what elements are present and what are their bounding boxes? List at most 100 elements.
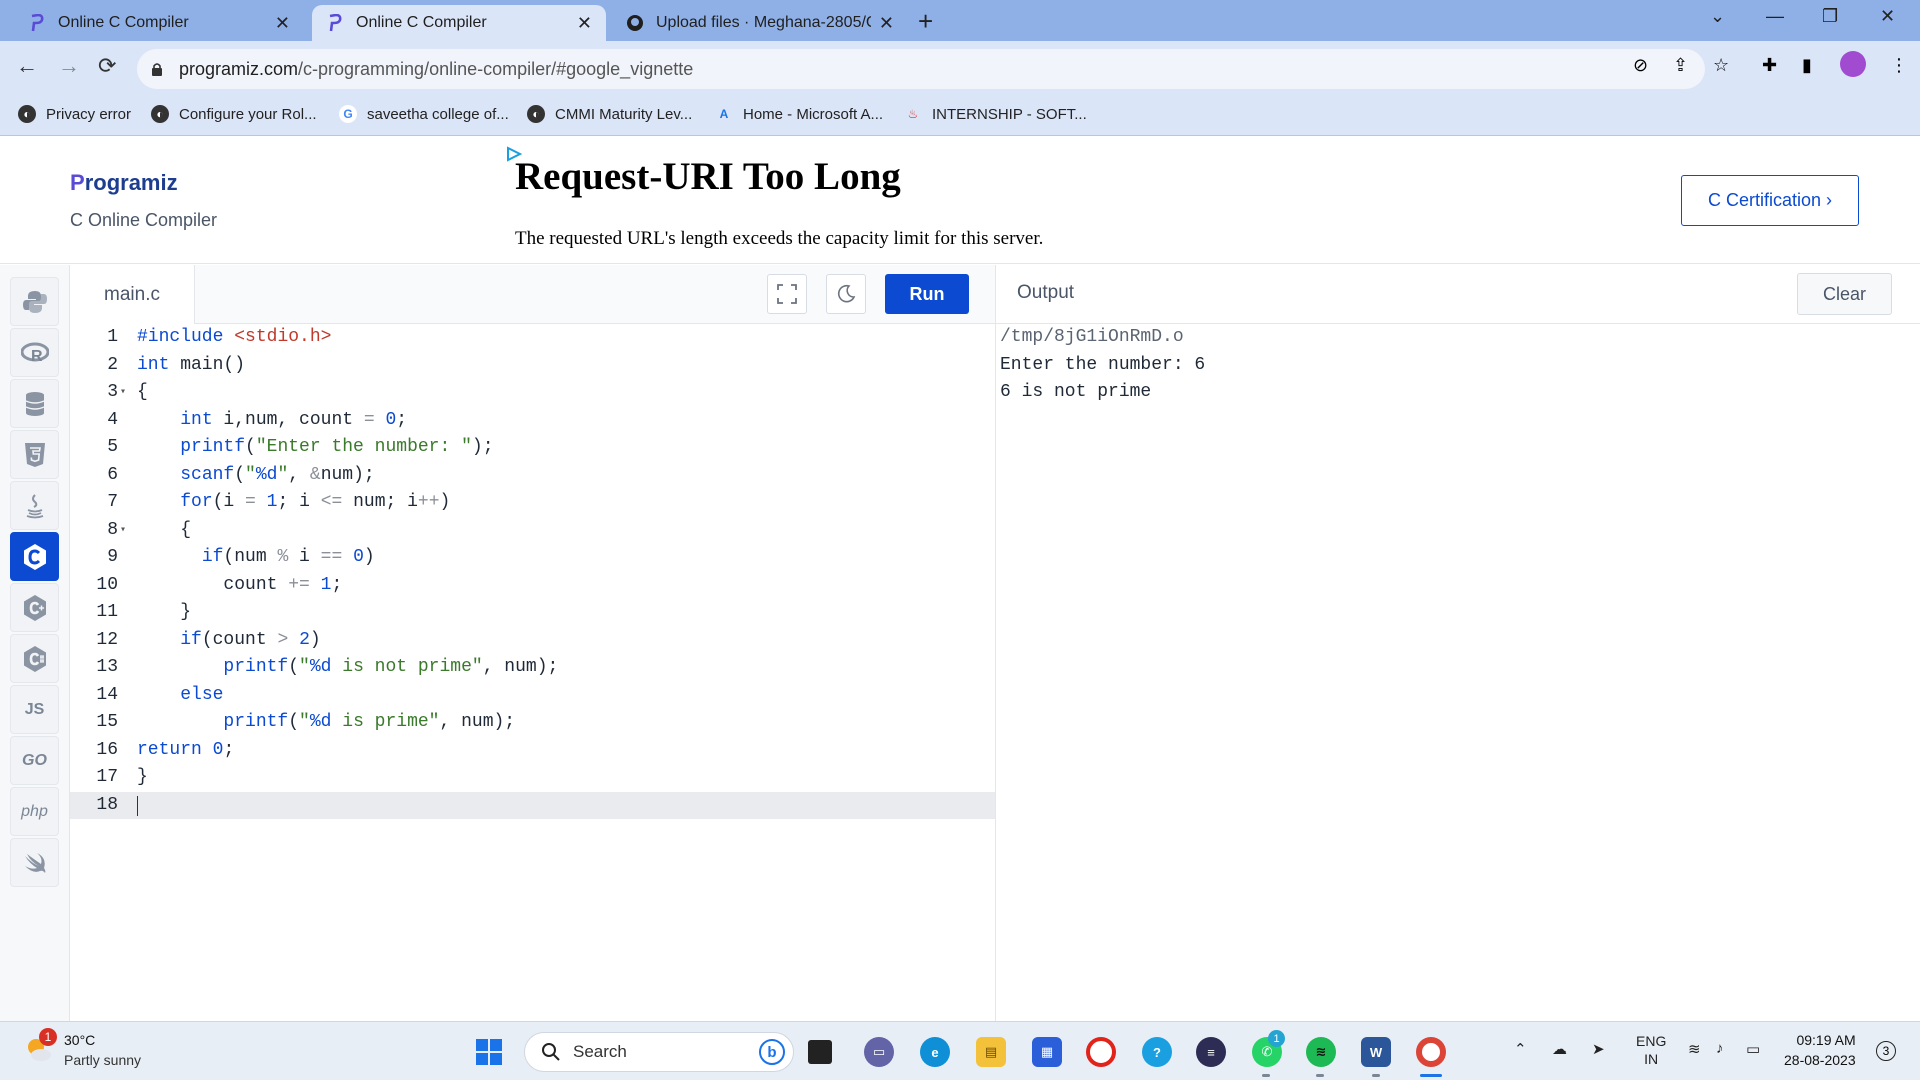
back-icon[interactable]: ← xyxy=(16,53,38,79)
bookmark-item[interactable]: ◐ Privacy error xyxy=(18,105,131,123)
clear-button[interactable]: Clear xyxy=(1797,273,1892,315)
bing-icon[interactable]: b xyxy=(759,1039,785,1065)
code-line: 7 for(i = 1; i <= num; i++) xyxy=(107,492,451,512)
browser-tab-strip: Online C Compiler ✕ Online C Compiler ✕ … xyxy=(0,0,1920,41)
code-editor[interactable]: 1 #include <stdio.h> 2 int main() 3 ▾{ 4 in… xyxy=(70,324,995,1021)
google-icon: G xyxy=(339,105,357,123)
running-indicator xyxy=(1262,1074,1270,1077)
teams-chat-icon[interactable]: ▭ xyxy=(864,1037,894,1067)
fold-arrow-icon[interactable]: ▾ xyxy=(120,517,126,545)
windows-taskbar: 1 30°C Partly sunny Search b ▭ e ▤ ▦ ? ≡… xyxy=(0,1021,1920,1080)
close-tab-icon[interactable]: ✕ xyxy=(577,13,592,34)
cloud-off-icon[interactable]: ☁ xyxy=(1552,1040,1567,1058)
word-icon[interactable]: W xyxy=(1361,1037,1391,1067)
extensions-icon[interactable]: ✚ xyxy=(1762,55,1777,76)
menu-kebab-icon[interactable]: ⋮ xyxy=(1890,55,1908,76)
output-console[interactable]: /tmp/8jG1iOnRmD.o Enter the number: 6 6 … xyxy=(1000,324,1900,407)
code-line: 8 ▾ { xyxy=(70,517,995,545)
dark-mode-button[interactable] xyxy=(826,274,866,314)
side-panel-icon[interactable]: ▮ xyxy=(1802,55,1812,76)
python-icon[interactable] xyxy=(10,277,59,326)
code-line: 10 count += 1; xyxy=(96,574,343,595)
close-tab-icon[interactable]: ✕ xyxy=(879,13,894,34)
c-language-icon[interactable] xyxy=(10,532,59,581)
flame-icon: ♨ xyxy=(907,107,919,121)
go-icon[interactable]: GO xyxy=(10,736,59,785)
reload-icon[interactable]: ⟳ xyxy=(98,53,116,79)
notification-center-badge[interactable]: 3 xyxy=(1876,1041,1896,1061)
wifi-icon[interactable]: ≋ xyxy=(1688,1040,1701,1058)
volume-icon[interactable]: ♪ xyxy=(1716,1040,1724,1057)
panel-divider[interactable] xyxy=(995,265,996,1021)
fullscreen-icon xyxy=(777,284,797,304)
file-explorer-icon[interactable]: ▤ xyxy=(976,1037,1006,1067)
new-tab-icon[interactable]: + xyxy=(918,6,933,37)
swift-icon[interactable] xyxy=(10,838,59,887)
location-icon[interactable]: ➤ xyxy=(1592,1040,1605,1058)
csharp-icon[interactable] xyxy=(10,634,59,683)
code-line: 5 printf("Enter the number: "); xyxy=(107,437,494,457)
azure-icon: A xyxy=(719,107,729,121)
github-favicon-icon xyxy=(626,14,644,32)
chrome-icon[interactable] xyxy=(1416,1037,1446,1067)
fullscreen-button[interactable] xyxy=(767,274,807,314)
java-icon[interactable] xyxy=(10,481,59,530)
windows-start-icon[interactable] xyxy=(474,1037,504,1067)
bookmark-item[interactable]: ◐ Configure your Rol... xyxy=(151,105,317,123)
close-tab-icon[interactable]: ✕ xyxy=(275,13,290,34)
spotify-icon[interactable]: ≋ xyxy=(1306,1037,1336,1067)
bookmark-item[interactable]: Gsaveetha college of... xyxy=(339,105,509,123)
search-placeholder: Search xyxy=(573,1042,627,1061)
bookmark-item[interactable]: A Home - Microsoft A... xyxy=(715,105,883,123)
share-icon[interactable]: ⇪ xyxy=(1673,55,1688,76)
file-tab-main-c[interactable]: main.c xyxy=(70,265,195,324)
bookmark-item[interactable]: ◐ CMMI Maturity Lev... xyxy=(527,105,692,123)
run-button[interactable]: Run xyxy=(885,274,969,314)
bookmark-star-icon[interactable]: ☆ xyxy=(1713,55,1729,76)
c-certification-button[interactable]: C Certification › xyxy=(1681,175,1859,226)
address-bar-row: ← → ⟳ programiz.com/c-programming/online… xyxy=(0,41,1920,97)
fold-arrow-icon[interactable]: ▾ xyxy=(120,379,126,407)
php-icon[interactable]: php xyxy=(10,787,59,836)
sql-database-icon[interactable] xyxy=(10,379,59,428)
code-line: 1 #include <stdio.h> xyxy=(107,327,332,347)
code-line-current: 18 xyxy=(70,791,995,819)
tab-search-icon[interactable]: ⌄ xyxy=(1710,6,1725,27)
close-window-icon[interactable]: ✕ xyxy=(1880,6,1895,27)
taskbar-search[interactable]: Search b xyxy=(524,1032,794,1072)
browser-tab-3[interactable]: Upload files · Meghana-2805/CS/ ✕ xyxy=(612,5,908,41)
temperature: 30°C xyxy=(64,1032,96,1048)
show-hidden-icons-chevron-icon[interactable]: ⌃ xyxy=(1514,1040,1527,1058)
battery-icon[interactable]: ▭ xyxy=(1746,1040,1760,1058)
browser-tab-2[interactable]: Online C Compiler ✕ xyxy=(312,5,606,41)
text-caret xyxy=(137,795,138,816)
code-line: 2 int main() xyxy=(107,354,246,375)
forward-icon[interactable]: → xyxy=(58,53,80,79)
browser-tab-1[interactable]: Online C Compiler ✕ xyxy=(14,5,304,41)
profile-avatar[interactable] xyxy=(1840,51,1866,77)
bookmark-item[interactable]: ♨ INTERNSHIP - SOFT... xyxy=(904,105,1087,123)
url-field[interactable]: programiz.com/c-programming/online-compi… xyxy=(137,49,1705,89)
code-line: 15 printf("%d is prime", num); xyxy=(96,712,516,732)
help-icon[interactable]: ? xyxy=(1142,1037,1172,1067)
microsoft-store-icon[interactable]: ▦ xyxy=(1032,1037,1062,1067)
system-clock[interactable]: 09:19 AM 28-08-2023 xyxy=(1784,1030,1856,1070)
javascript-icon[interactable]: JS xyxy=(10,685,59,734)
programiz-logo[interactable]: Programiz xyxy=(70,170,178,196)
code-line: 17} xyxy=(96,767,148,787)
task-view-icon[interactable] xyxy=(808,1040,832,1064)
bookmarks-bar: ◐ Privacy error ◐ Configure your Rol... Gs… xyxy=(0,97,1920,136)
minimize-icon[interactable]: — xyxy=(1766,6,1784,27)
edge-icon[interactable]: e xyxy=(920,1037,950,1067)
html5-icon[interactable] xyxy=(10,430,59,479)
code-line: 9 if(num % i == 0) xyxy=(107,547,375,567)
cpp-icon[interactable] xyxy=(10,583,59,632)
input-language[interactable]: ENG IN xyxy=(1636,1032,1666,1068)
r-language-icon[interactable]: R xyxy=(10,328,59,377)
restore-icon[interactable]: ❐ xyxy=(1822,6,1838,27)
globe-icon: ◐ xyxy=(151,105,169,123)
output-line: Enter the number: 6 xyxy=(1000,354,1206,375)
eclipse-icon[interactable]: ≡ xyxy=(1196,1037,1226,1067)
eye-off-icon[interactable]: ⊘ xyxy=(1633,55,1648,76)
opera-icon[interactable] xyxy=(1086,1037,1116,1067)
